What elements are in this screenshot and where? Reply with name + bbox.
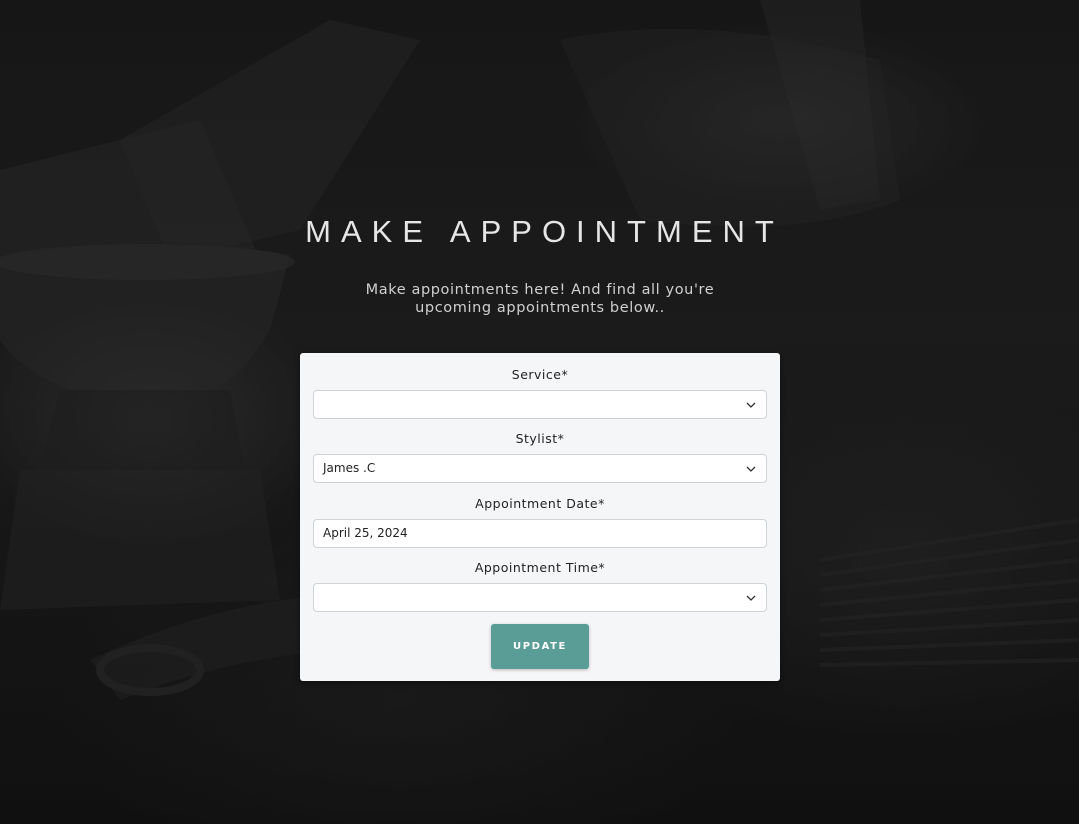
stylist-label: Stylist* [515, 431, 565, 446]
appointment-time-select[interactable] [313, 583, 767, 612]
chevron-down-icon [746, 466, 756, 472]
date-value: April 25, 2024 [323, 526, 408, 540]
service-select[interactable] [313, 390, 767, 419]
time-label: Appointment Time* [474, 560, 606, 575]
date-label: Appointment Date* [475, 496, 605, 511]
appointment-date-input[interactable]: April 25, 2024 [313, 519, 767, 548]
page-title: MAKE APPOINTMENT [305, 214, 784, 249]
stylist-select[interactable]: James .C [313, 454, 767, 483]
chevron-down-icon [746, 402, 756, 408]
stylist-value: James .C [323, 461, 376, 475]
chevron-down-icon [746, 595, 756, 601]
service-label: Service* [511, 367, 569, 382]
appointment-form: Service* Stylist* James .C Appointment D… [300, 353, 780, 681]
update-button[interactable]: UPDATE [491, 624, 589, 669]
page-intro: Make appointments here! And find all you… [365, 282, 715, 316]
